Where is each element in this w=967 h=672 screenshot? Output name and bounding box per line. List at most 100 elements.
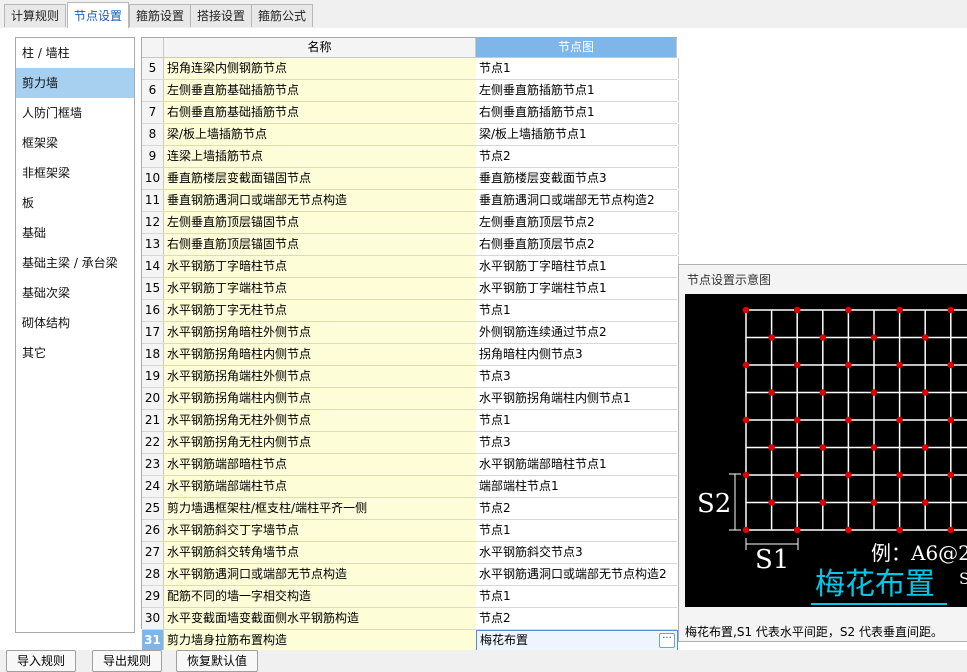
node-value-cell[interactable]: 节点3 xyxy=(476,366,679,387)
node-value-cell[interactable]: 梁/板上墙插筋节点1 xyxy=(476,124,679,145)
node-value-cell[interactable]: 拐角暗柱内侧节点3 xyxy=(476,344,679,365)
column-header-name[interactable]: 名称 xyxy=(164,38,476,58)
sidebar-item-frame-beam[interactable]: 框架梁 xyxy=(16,128,134,158)
ellipsis-button[interactable]: ··· xyxy=(659,633,675,648)
table-row[interactable]: 17 水平钢筋拐角暗柱外侧节点 外侧钢筋连续通过节点2 xyxy=(142,322,679,344)
import-rules-button[interactable]: 导入规则 xyxy=(6,650,77,672)
tab-stirrup-settings[interactable]: 箍筋设置 xyxy=(129,4,192,27)
node-value-cell[interactable]: 水平钢筋拐角端柱内侧节点1 xyxy=(476,388,679,409)
node-value-cell[interactable]: 节点1 xyxy=(476,410,679,431)
row-number[interactable]: 15 xyxy=(142,278,164,299)
table-row[interactable]: 16 水平钢筋丁字无柱节点 节点1 xyxy=(142,300,679,322)
table-row[interactable]: 22 水平钢筋拐角无柱内侧节点 节点3 xyxy=(142,432,679,454)
node-value-cell[interactable]: 梅花布置 ··· xyxy=(476,630,678,651)
row-number[interactable]: 19 xyxy=(142,366,164,387)
table-row[interactable]: 8 梁/板上墙插筋节点 梁/板上墙插筋节点1 xyxy=(142,124,679,146)
table-row[interactable]: 7 右侧垂直筋基础插筋节点 右侧垂直筋插筋节点1 xyxy=(142,102,679,124)
table-row[interactable]: 19 水平钢筋拐角端柱外侧节点 节点3 xyxy=(142,366,679,388)
export-rules-button[interactable]: 导出规则 xyxy=(92,650,163,672)
table-row[interactable]: 20 水平钢筋拐角端柱内侧节点 水平钢筋拐角端柱内侧节点1 xyxy=(142,388,679,410)
node-value-cell[interactable]: 外侧钢筋连续通过节点2 xyxy=(476,322,679,343)
sidebar-item-foundation-secondary-beam[interactable]: 基础次梁 xyxy=(16,278,134,308)
sidebar-item-column[interactable]: 柱 / 墙柱 xyxy=(16,38,134,68)
node-value-cell[interactable]: 垂直筋楼层变截面节点3 xyxy=(476,168,679,189)
tab-stirrup-formula[interactable]: 箍筋公式 xyxy=(251,4,314,27)
row-number[interactable]: 22 xyxy=(142,432,164,453)
node-value-cell[interactable]: 节点1 xyxy=(476,300,679,321)
sidebar-item-foundation[interactable]: 基础 xyxy=(16,218,134,248)
table-row[interactable]: 5 拐角连梁内侧钢筋节点 节点1 xyxy=(142,58,679,80)
row-number[interactable]: 7 xyxy=(142,102,164,123)
row-number[interactable]: 27 xyxy=(142,542,164,563)
table-row[interactable]: 30 水平变截面墙变截面侧水平钢筋构造 节点2 xyxy=(142,608,679,630)
row-number[interactable]: 11 xyxy=(142,190,164,211)
node-value-cell[interactable]: 节点2 xyxy=(476,146,679,167)
row-number[interactable]: 8 xyxy=(142,124,164,145)
column-header-node[interactable]: 节点图 xyxy=(476,38,677,58)
table-row[interactable]: 10 垂直筋楼层变截面锚固节点 垂直筋楼层变截面节点3 xyxy=(142,168,679,190)
table-row[interactable]: 21 水平钢筋拐角无柱外侧节点 节点1 xyxy=(142,410,679,432)
table-row[interactable]: 31 剪力墙身拉筋布置构造 梅花布置 ··· xyxy=(142,630,678,652)
sidebar-item-slab[interactable]: 板 xyxy=(16,188,134,218)
sidebar-item-shear-wall[interactable]: 剪力墙 xyxy=(16,68,134,98)
node-value-cell[interactable]: 节点1 xyxy=(476,586,679,607)
node-value-cell[interactable]: 左侧垂直筋插筋节点1 xyxy=(476,80,679,101)
node-value-cell[interactable]: 节点3 xyxy=(476,432,679,453)
row-number[interactable]: 5 xyxy=(142,58,164,79)
node-value-cell[interactable]: 右侧垂直筋顶层节点2 xyxy=(476,234,679,255)
row-number[interactable]: 28 xyxy=(142,564,164,585)
node-value-cell[interactable]: 节点2 xyxy=(476,498,679,519)
row-number[interactable]: 29 xyxy=(142,586,164,607)
row-number[interactable]: 30 xyxy=(142,608,164,629)
sidebar-item-foundation-main-beam[interactable]: 基础主梁 / 承台梁 xyxy=(16,248,134,278)
table-row[interactable]: 6 左侧垂直筋基础插筋节点 左侧垂直筋插筋节点1 xyxy=(142,80,679,102)
table-row[interactable]: 25 剪力墙遇框架柱/框支柱/端柱平齐一侧 节点2 xyxy=(142,498,679,520)
row-number[interactable]: 10 xyxy=(142,168,164,189)
row-number[interactable]: 14 xyxy=(142,256,164,277)
row-number[interactable]: 25 xyxy=(142,498,164,519)
node-value-cell[interactable]: 垂直筋遇洞口或端部无节点构造2 xyxy=(476,190,679,211)
row-number[interactable]: 21 xyxy=(142,410,164,431)
tab-lap-settings[interactable]: 搭接设置 xyxy=(190,4,253,27)
table-row[interactable]: 15 水平钢筋丁字端柱节点 水平钢筋丁字端柱节点1 xyxy=(142,278,679,300)
table-row[interactable]: 13 右侧垂直筋顶层锚固节点 右侧垂直筋顶层节点2 xyxy=(142,234,679,256)
row-number[interactable]: 26 xyxy=(142,520,164,541)
restore-defaults-button[interactable]: 恢复默认值 xyxy=(176,650,259,672)
row-number[interactable]: 13 xyxy=(142,234,164,255)
row-number[interactable]: 6 xyxy=(142,80,164,101)
row-number[interactable]: 31 xyxy=(142,630,164,651)
node-value-cell[interactable]: 水平钢筋遇洞口或端部无节点构造2 xyxy=(476,564,679,585)
row-number[interactable]: 24 xyxy=(142,476,164,497)
node-value-cell[interactable]: 端部端柱节点1 xyxy=(476,476,679,497)
sidebar-item-other[interactable]: 其它 xyxy=(16,338,134,368)
node-value-cell[interactable]: 水平钢筋丁字端柱节点1 xyxy=(476,278,679,299)
table-row[interactable]: 12 左侧垂直筋顶层锚固节点 左侧垂直筋顶层节点2 xyxy=(142,212,679,234)
node-value-cell[interactable]: 水平钢筋丁字暗柱节点1 xyxy=(476,256,679,277)
sidebar-item-civil-defense-door-wall[interactable]: 人防门框墙 xyxy=(16,98,134,128)
row-number[interactable]: 18 xyxy=(142,344,164,365)
table-row[interactable]: 28 水平钢筋遇洞口或端部无节点构造 水平钢筋遇洞口或端部无节点构造2 xyxy=(142,564,679,586)
table-row[interactable]: 9 连梁上墙插筋节点 节点2 xyxy=(142,146,679,168)
row-number[interactable]: 20 xyxy=(142,388,164,409)
node-value-cell[interactable]: 左侧垂直筋顶层节点2 xyxy=(476,212,679,233)
sidebar-item-masonry[interactable]: 砌体结构 xyxy=(16,308,134,338)
row-number[interactable]: 16 xyxy=(142,300,164,321)
table-row[interactable]: 29 配筋不同的墙一字相交构造 节点1 xyxy=(142,586,679,608)
node-value-cell[interactable]: 水平钢筋端部暗柱节点1 xyxy=(476,454,679,475)
table-row[interactable]: 23 水平钢筋端部暗柱节点 水平钢筋端部暗柱节点1 xyxy=(142,454,679,476)
table-row[interactable]: 24 水平钢筋端部端柱节点 端部端柱节点1 xyxy=(142,476,679,498)
node-value-cell[interactable]: 水平钢筋斜交节点3 xyxy=(476,542,679,563)
table-row[interactable]: 27 水平钢筋斜交转角墙节点 水平钢筋斜交节点3 xyxy=(142,542,679,564)
row-number[interactable]: 23 xyxy=(142,454,164,475)
sidebar-item-non-frame-beam[interactable]: 非框架梁 xyxy=(16,158,134,188)
tab-calc-rules[interactable]: 计算规则 xyxy=(4,4,67,27)
row-number[interactable]: 17 xyxy=(142,322,164,343)
node-value-cell[interactable]: 节点1 xyxy=(476,520,679,541)
table-row[interactable]: 14 水平钢筋丁字暗柱节点 水平钢筋丁字暗柱节点1 xyxy=(142,256,679,278)
row-number[interactable]: 12 xyxy=(142,212,164,233)
tab-node-settings[interactable]: 节点设置 xyxy=(67,2,130,29)
node-value-cell[interactable]: 节点1 xyxy=(476,58,679,79)
table-row[interactable]: 26 水平钢筋斜交丁字墙节点 节点1 xyxy=(142,520,679,542)
table-row[interactable]: 18 水平钢筋拐角暗柱内侧节点 拐角暗柱内侧节点3 xyxy=(142,344,679,366)
row-number[interactable]: 9 xyxy=(142,146,164,167)
